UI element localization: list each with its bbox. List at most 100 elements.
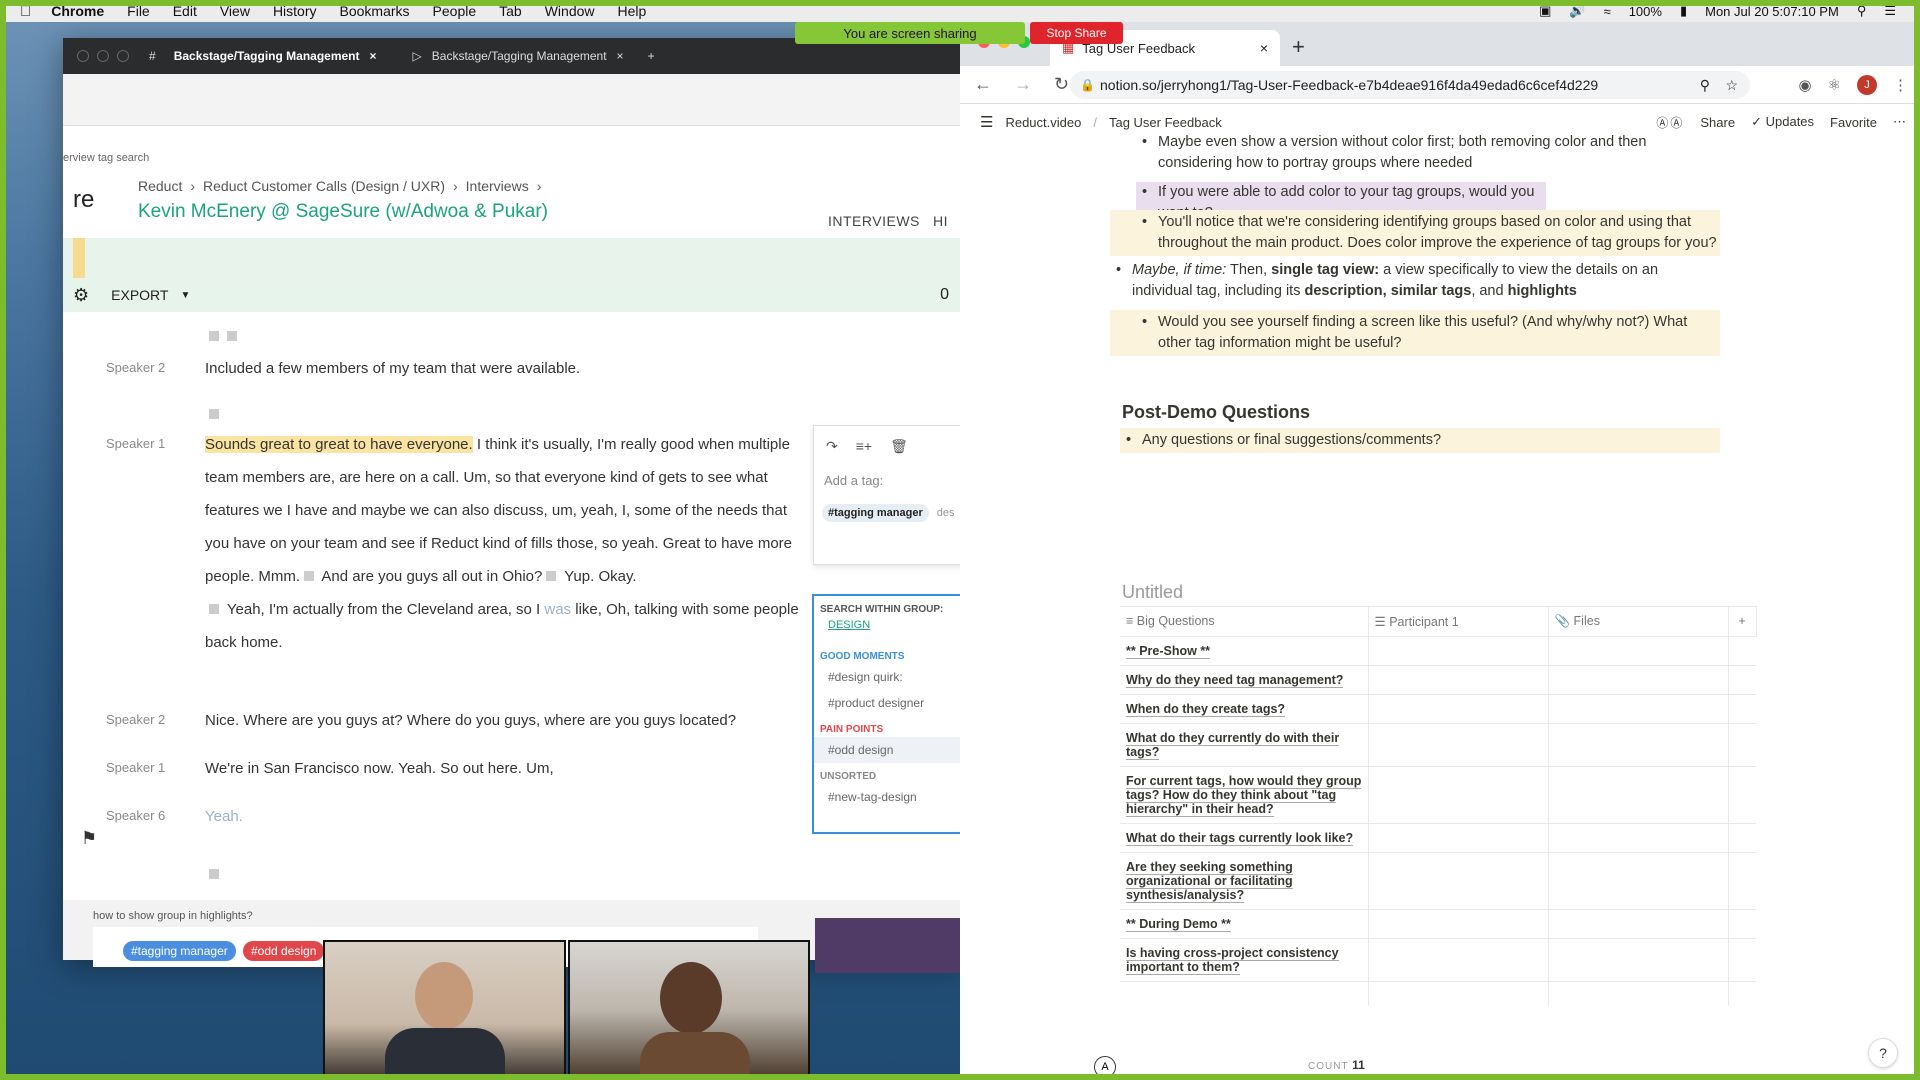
participant-cell[interactable] bbox=[1368, 636, 1549, 666]
question-cell[interactable]: ** During Demo ** bbox=[1120, 909, 1369, 939]
database-title[interactable]: Untitled bbox=[1122, 582, 1183, 603]
breadcrumb-project[interactable]: Reduct Customer Calls (Design / UXR) bbox=[203, 178, 445, 194]
flag-icon[interactable]: ⚑ bbox=[81, 828, 97, 849]
column-header[interactable]: ☰ Participant 1 bbox=[1368, 606, 1549, 637]
updates-button[interactable]: ✓ Updates bbox=[1751, 114, 1814, 130]
question-cell[interactable]: ** Pre-Show ** bbox=[1120, 636, 1369, 666]
figma-icon[interactable]: # bbox=[149, 49, 156, 63]
question-cell[interactable]: For current tags, how would they group t… bbox=[1120, 766, 1369, 824]
close-icon[interactable]: × bbox=[617, 49, 624, 63]
table-row-empty[interactable] bbox=[1120, 981, 1756, 1006]
question-cell[interactable]: What do they currently do with their tag… bbox=[1120, 723, 1369, 767]
table-row[interactable]: For current tags, how would they group t… bbox=[1120, 766, 1756, 824]
apple-icon[interactable]:  bbox=[20, 3, 31, 20]
list-item[interactable]: You'll notice that we're considering ide… bbox=[1110, 210, 1720, 256]
reload-icon[interactable]: ↻ bbox=[1054, 74, 1069, 95]
transcript-text[interactable]: Nice. Where are you guys at? Where do yo… bbox=[205, 704, 805, 737]
table-row[interactable]: Is having cross-project consistency impo… bbox=[1120, 938, 1756, 982]
breadcrumb-interviews[interactable]: Interviews bbox=[466, 178, 529, 194]
window-minimize-button[interactable] bbox=[97, 50, 109, 62]
list-item-text[interactable]: Any questions or final suggestions/comme… bbox=[1120, 430, 1720, 451]
timeline-marker[interactable] bbox=[73, 238, 85, 278]
files-cell[interactable] bbox=[1548, 694, 1729, 724]
transcript-text[interactable]: Sounds great to great to have everyone. … bbox=[205, 428, 805, 659]
menu-people[interactable]: People bbox=[433, 3, 477, 19]
tag-chip-partial[interactable]: des bbox=[937, 507, 955, 519]
participant-cell[interactable] bbox=[1368, 694, 1549, 724]
participant-cell[interactable] bbox=[1368, 852, 1549, 910]
favorite-button[interactable]: Favorite bbox=[1830, 115, 1877, 130]
table-row[interactable]: When do they create tags? bbox=[1120, 694, 1756, 724]
transcript-segment[interactable]: Yeah, I'm actually from the Cleveland ar… bbox=[223, 601, 544, 618]
files-cell[interactable] bbox=[1548, 723, 1729, 767]
participant-cell[interactable] bbox=[1368, 981, 1549, 1006]
breadcrumb-page[interactable]: Tag User Feedback bbox=[1109, 115, 1222, 130]
table-row[interactable]: Why do they need tag management? bbox=[1120, 665, 1756, 695]
participant-cell[interactable] bbox=[1368, 909, 1549, 939]
files-cell[interactable] bbox=[1548, 938, 1729, 982]
puzzle-icon[interactable]: ⚛ bbox=[1828, 76, 1841, 94]
zoom-icon[interactable]: ⚲ bbox=[1700, 77, 1710, 94]
files-cell[interactable] bbox=[1548, 766, 1729, 824]
tab-backstage-2[interactable]: ▷ Backstage/Tagging Management × bbox=[395, 38, 642, 74]
tag-option[interactable]: #odd design bbox=[814, 737, 961, 763]
control-center-icon[interactable]: ☰ bbox=[1884, 3, 1896, 19]
column-header[interactable]: ≡ Big Questions bbox=[1120, 606, 1369, 637]
participant-cell[interactable] bbox=[1368, 766, 1549, 824]
menu-history[interactable]: History bbox=[273, 3, 317, 19]
menu-app-name[interactable]: Chrome bbox=[51, 3, 104, 19]
highlighted-text[interactable]: Sounds great to great to have everyone. bbox=[205, 436, 473, 453]
group-name[interactable]: DESIGN bbox=[814, 617, 961, 633]
participant-cell[interactable] bbox=[1368, 723, 1549, 767]
more-icon[interactable]: ⋯ bbox=[1893, 114, 1906, 130]
video-participant-2[interactable] bbox=[568, 940, 810, 1080]
participant-cell[interactable] bbox=[1368, 938, 1549, 982]
menu-help[interactable]: Help bbox=[618, 3, 647, 19]
close-icon[interactable]: × bbox=[370, 49, 377, 63]
battery-percent[interactable]: 100% bbox=[1629, 4, 1662, 19]
question-cell[interactable]: Are they seeking something organizationa… bbox=[1120, 852, 1369, 910]
add-to-list-icon[interactable]: ≡+ bbox=[856, 438, 872, 455]
timeline-bar[interactable] bbox=[63, 238, 963, 278]
section-heading[interactable]: Post-Demo Questions bbox=[1122, 402, 1310, 423]
speaker-label[interactable]: Speaker 2 bbox=[106, 712, 216, 727]
menu-file[interactable]: File bbox=[127, 3, 150, 19]
tag-pill[interactable]: #tagging manager bbox=[123, 941, 236, 961]
list-item[interactable]: Any questions or final suggestions/comme… bbox=[1120, 428, 1720, 453]
transcript-segment[interactable]: And are you guys all out in Ohio? bbox=[318, 568, 542, 585]
question-cell[interactable]: What do their tags currently look like? bbox=[1120, 823, 1369, 853]
window-zoom-button[interactable] bbox=[117, 50, 129, 62]
participant-cell[interactable] bbox=[1368, 665, 1549, 695]
list-item-text[interactable]: Would you see yourself finding a screen … bbox=[1136, 312, 1720, 354]
profile-avatar[interactable]: J bbox=[1857, 74, 1877, 95]
tag-pill[interactable]: #odd design bbox=[243, 941, 325, 961]
spotlight-icon[interactable]: ⚲ bbox=[1857, 3, 1867, 19]
files-cell[interactable] bbox=[1548, 909, 1729, 939]
speaker-label[interactable]: Speaker 2 bbox=[106, 360, 216, 375]
tab-highlights-partial[interactable]: HI bbox=[933, 213, 948, 229]
column-header[interactable]: 📎 Files bbox=[1548, 606, 1729, 637]
extension-icon[interactable]: ◉ bbox=[1798, 76, 1811, 94]
bookmark-star-icon[interactable]: ☆ bbox=[1725, 77, 1738, 94]
export-button[interactable]: EXPORT bbox=[111, 287, 168, 303]
page-title[interactable]: Kevin McEnery @ SageSure (w/Adwoa & Puka… bbox=[138, 201, 548, 223]
battery-icon[interactable]: ▮ bbox=[1680, 3, 1687, 19]
files-cell[interactable] bbox=[1548, 823, 1729, 853]
files-cell[interactable] bbox=[1548, 665, 1729, 695]
participant-cell[interactable] bbox=[1368, 823, 1549, 853]
trash-icon[interactable]: 🗑 bbox=[890, 438, 908, 455]
table-row[interactable]: What do they currently do with their tag… bbox=[1120, 723, 1756, 767]
tag-option[interactable]: #design quirk: bbox=[814, 664, 961, 690]
back-icon[interactable]: ← bbox=[974, 74, 992, 95]
question-cell[interactable]: Is having cross-project consistency impo… bbox=[1120, 938, 1369, 982]
collaborator-avatars[interactable]: ⒶⒶ bbox=[1656, 114, 1684, 131]
question-cell[interactable] bbox=[1120, 981, 1369, 1006]
wifi-icon[interactable]: ≈ bbox=[1604, 4, 1611, 19]
mini-window-thumbnail[interactable] bbox=[815, 918, 960, 973]
tab-interviews[interactable]: INTERVIEWS HI bbox=[828, 213, 948, 229]
speaker-label[interactable]: Speaker 1 bbox=[106, 760, 216, 775]
question-cell[interactable]: Why do they need tag management? bbox=[1120, 665, 1369, 695]
list-item[interactable]: Would you see yourself finding a screen … bbox=[1110, 310, 1720, 356]
list-item-text[interactable]: You'll notice that we're considering ide… bbox=[1136, 212, 1720, 254]
new-tab-icon[interactable]: + bbox=[1292, 34, 1305, 60]
